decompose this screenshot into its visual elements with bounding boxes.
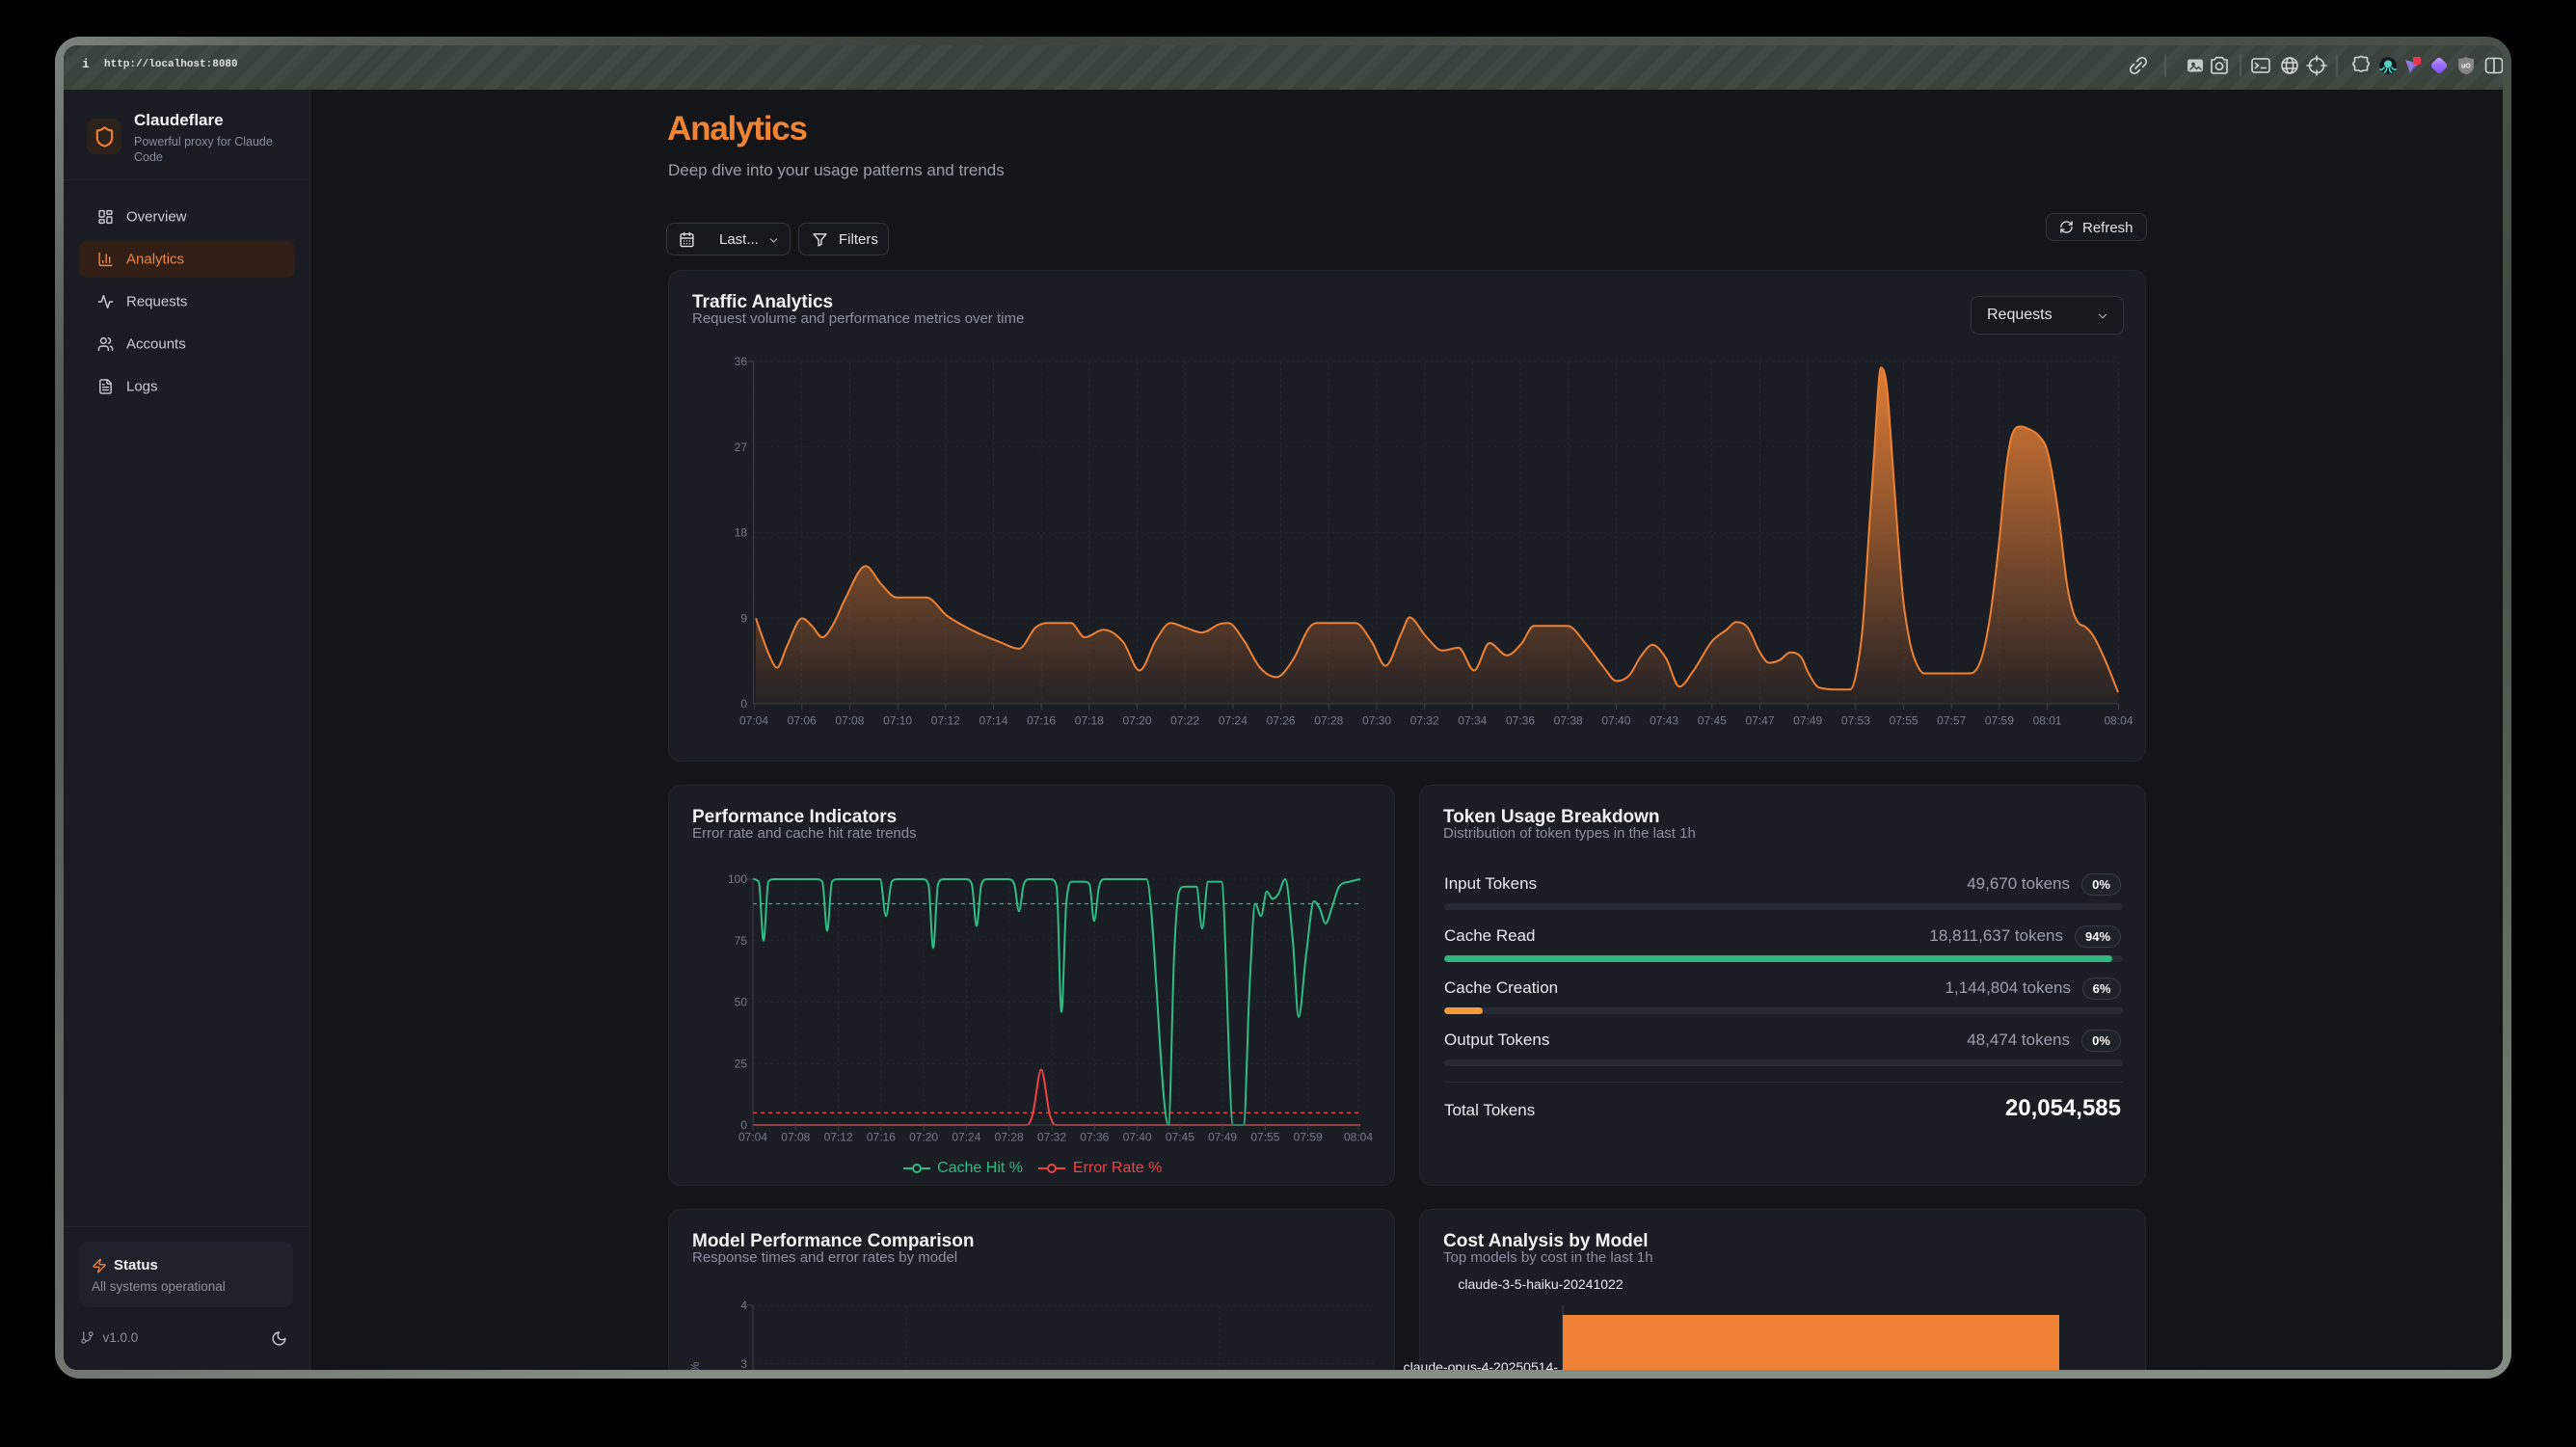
svg-text:08:01: 08:01	[2033, 714, 2062, 728]
svg-text:07:22: 07:22	[1170, 714, 1199, 728]
svg-text:100: 100	[728, 872, 747, 886]
svg-text:07:20: 07:20	[909, 1131, 938, 1144]
svg-text:4: 4	[740, 1299, 747, 1312]
svg-text:07:28: 07:28	[995, 1131, 1024, 1144]
svg-text:07:57: 07:57	[1937, 714, 1966, 728]
svg-text:07:08: 07:08	[835, 714, 864, 728]
svg-text:07:43: 07:43	[1650, 714, 1678, 728]
svg-text:9: 9	[740, 611, 747, 625]
svg-text:07:24: 07:24	[1219, 714, 1248, 728]
svg-text:07:04: 07:04	[739, 714, 768, 728]
svg-text:07:10: 07:10	[883, 714, 912, 728]
svg-text:07:55: 07:55	[1890, 714, 1919, 728]
svg-text:07:34: 07:34	[1458, 714, 1487, 728]
svg-text:07:49: 07:49	[1793, 714, 1822, 728]
svg-text:08:04: 08:04	[1344, 1131, 1373, 1144]
svg-text:07:20: 07:20	[1122, 714, 1151, 728]
svg-text:07:49: 07:49	[1208, 1131, 1237, 1144]
svg-text:07:12: 07:12	[931, 714, 960, 728]
svg-text:07:53: 07:53	[1841, 714, 1870, 728]
svg-text:07:40: 07:40	[1123, 1131, 1152, 1144]
svg-text:07:36: 07:36	[1080, 1131, 1109, 1144]
svg-text:%: %	[688, 1361, 702, 1370]
svg-text:50: 50	[735, 996, 748, 1009]
svg-text:07:45: 07:45	[1166, 1131, 1194, 1144]
svg-text:07:47: 07:47	[1745, 714, 1774, 728]
svg-text:07:18: 07:18	[1075, 714, 1104, 728]
svg-text:07:08: 07:08	[781, 1131, 810, 1144]
svg-text:07:45: 07:45	[1698, 714, 1727, 728]
svg-text:07:16: 07:16	[867, 1131, 896, 1144]
svg-text:07:14: 07:14	[979, 714, 1007, 728]
svg-text:07:59: 07:59	[1294, 1131, 1323, 1144]
svg-text:07:30: 07:30	[1362, 714, 1391, 728]
svg-text:07:26: 07:26	[1267, 714, 1296, 728]
svg-text:07:28: 07:28	[1314, 714, 1343, 728]
svg-text:07:32: 07:32	[1037, 1131, 1066, 1144]
svg-text:0: 0	[740, 697, 747, 710]
svg-text:07:40: 07:40	[1601, 714, 1630, 728]
svg-text:25: 25	[735, 1057, 748, 1070]
svg-text:18: 18	[735, 526, 748, 540]
svg-text:36: 36	[735, 355, 748, 368]
svg-text:07:55: 07:55	[1250, 1131, 1279, 1144]
svg-text:uO: uO	[2461, 64, 2471, 70]
svg-text:08:04: 08:04	[2104, 714, 2133, 728]
svg-text:07:12: 07:12	[824, 1131, 853, 1144]
svg-text:07:38: 07:38	[1554, 714, 1583, 728]
svg-text:07:04: 07:04	[738, 1131, 767, 1144]
svg-text:07:59: 07:59	[1985, 714, 2014, 728]
svg-text:27: 27	[735, 441, 748, 454]
svg-text:75: 75	[735, 934, 748, 948]
svg-text:07:06: 07:06	[788, 714, 817, 728]
svg-text:07:24: 07:24	[952, 1131, 980, 1144]
svg-text:3: 3	[740, 1357, 747, 1370]
svg-text:07:16: 07:16	[1027, 714, 1056, 728]
svg-text:07:36: 07:36	[1506, 714, 1535, 728]
svg-text:07:32: 07:32	[1410, 714, 1439, 728]
